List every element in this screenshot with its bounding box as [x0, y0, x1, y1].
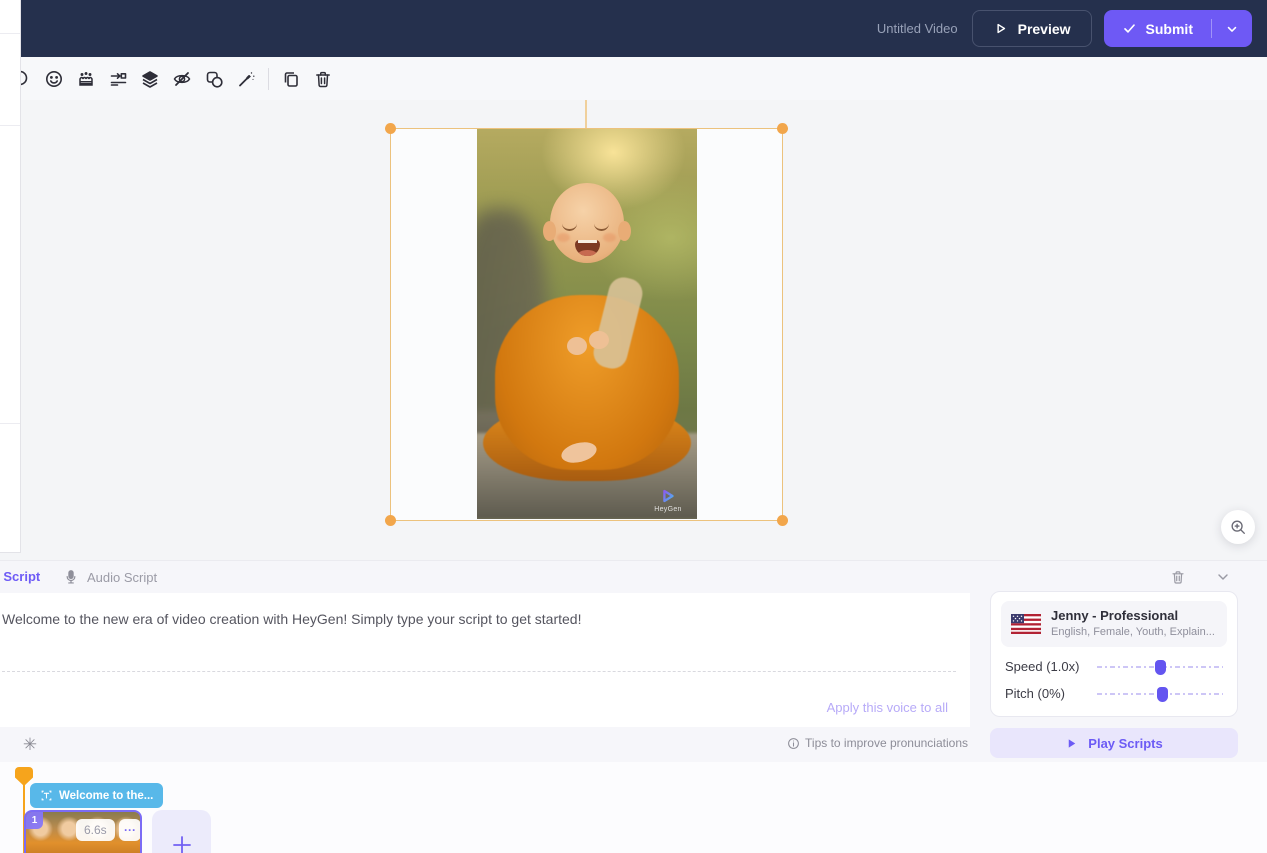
- tips-label: Tips to improve pronunciations: [805, 736, 968, 750]
- delete-script-icon[interactable]: [1170, 569, 1186, 585]
- script-panel: Text Script Audio Script Welcome to the …: [0, 560, 1267, 762]
- delete-icon[interactable]: [307, 63, 339, 95]
- selection-handle-br[interactable]: [777, 515, 788, 526]
- toolbar-separator: [268, 68, 269, 90]
- selection-handle-bl[interactable]: [385, 515, 396, 526]
- art-shape: [589, 331, 609, 349]
- voice-name: Jenny - Professional: [1051, 608, 1215, 625]
- voice-traits: English, Female, Youth, Explain...: [1051, 625, 1215, 639]
- emoji-icon[interactable]: [38, 63, 70, 95]
- shapes-icon[interactable]: [198, 63, 230, 95]
- zoom-in-icon: [1229, 518, 1247, 536]
- submit-label: Submit: [1146, 21, 1193, 37]
- selection-box: HeyGen: [390, 128, 783, 521]
- collapse-panel-icon[interactable]: [1215, 569, 1231, 585]
- pitch-slider[interactable]: [1097, 687, 1223, 701]
- panel-divider: [0, 423, 20, 424]
- magic-wand-icon[interactable]: [230, 63, 262, 95]
- comment-icon-clipped[interactable]: [21, 69, 32, 89]
- preview-button[interactable]: Preview: [972, 10, 1092, 47]
- top-navbar: Untitled Video Preview Submit: [21, 0, 1267, 57]
- element-toolbar: [21, 57, 1267, 100]
- play-icon: [1065, 737, 1078, 750]
- cropped-side-panel: [0, 0, 21, 553]
- submit-main[interactable]: Submit: [1104, 10, 1211, 47]
- art-shape: [543, 221, 556, 241]
- play-scripts-button[interactable]: Play Scripts: [990, 728, 1238, 758]
- art-shape: [575, 240, 600, 256]
- gpt-assistant-icon[interactable]: ✳: [16, 731, 44, 759]
- selection-handle-tl[interactable]: [385, 123, 396, 134]
- us-flag-icon: [1011, 614, 1041, 634]
- pitch-slider-row: Pitch (0%): [991, 686, 1237, 701]
- hide-icon[interactable]: [166, 63, 198, 95]
- text-script-label: Text Script: [0, 561, 40, 593]
- panel-divider: [0, 33, 20, 34]
- panel-divider: [0, 125, 20, 126]
- submit-button[interactable]: Submit: [1104, 10, 1252, 47]
- play-scripts-label: Play Scripts: [1088, 736, 1162, 751]
- video-title[interactable]: Untitled Video: [877, 21, 958, 36]
- heygen-watermark: HeyGen: [646, 487, 690, 513]
- preview-label: Preview: [1018, 21, 1071, 37]
- plus-icon: [170, 833, 194, 853]
- timeline: Welcome to the... 1 6.6s ···: [0, 762, 1267, 853]
- speed-slider[interactable]: [1097, 660, 1223, 674]
- voice-panel: Jenny - Professional English, Female, Yo…: [990, 591, 1238, 717]
- art-shape: [618, 221, 631, 241]
- tab-audio-script[interactable]: Audio Script: [64, 561, 157, 593]
- clip-index-badge: 1: [26, 812, 43, 829]
- pitch-label: Pitch (0%): [1005, 686, 1097, 701]
- playhead[interactable]: [15, 767, 33, 786]
- art-shape: [567, 337, 587, 355]
- caption-label: Welcome to the...: [59, 790, 153, 802]
- text-select-icon: [40, 789, 53, 802]
- submit-dropdown[interactable]: [1212, 10, 1252, 47]
- check-icon: [1122, 21, 1137, 36]
- canvas-zoom-button[interactable]: [1221, 510, 1255, 544]
- watermark-label: HeyGen: [646, 506, 690, 513]
- script-divider: [2, 671, 956, 672]
- script-tabbar: Text Script Audio Script: [0, 561, 1267, 593]
- layers-icon[interactable]: [134, 63, 166, 95]
- art-shape: [603, 233, 616, 242]
- speed-label: Speed (1.0x): [1005, 659, 1097, 674]
- duplicate-icon[interactable]: [275, 63, 307, 95]
- voice-selector[interactable]: Jenny - Professional English, Female, Yo…: [1001, 601, 1227, 647]
- pitch-slider-thumb[interactable]: [1157, 687, 1168, 702]
- pronunciation-tips[interactable]: Tips to improve pronunciations: [787, 736, 968, 750]
- clip-duration: 6.6s: [76, 819, 115, 841]
- caption-chip[interactable]: Welcome to the...: [30, 783, 163, 808]
- speed-slider-thumb[interactable]: [1155, 660, 1166, 675]
- script-text-input[interactable]: Welcome to the new era of video creation…: [0, 593, 970, 629]
- clip-more-button[interactable]: ···: [119, 819, 141, 841]
- heygen-logo-icon: [659, 487, 677, 505]
- add-scene-button[interactable]: [152, 810, 211, 853]
- art-shape: [557, 233, 570, 242]
- speed-slider-row: Speed (1.0x): [991, 659, 1237, 674]
- selection-handle-tr[interactable]: [777, 123, 788, 134]
- audio-script-label: Audio Script: [87, 570, 157, 585]
- chevron-down-icon: [1225, 22, 1239, 36]
- canvas-image[interactable]: HeyGen: [477, 129, 697, 519]
- selection-connector-line: [585, 100, 587, 128]
- script-editor: Welcome to the new era of video creation…: [0, 593, 970, 727]
- tab-text-script[interactable]: Text Script: [0, 561, 40, 593]
- heygen-editor: Untitled Video Preview Submit: [0, 0, 1267, 853]
- scene-icon[interactable]: [70, 63, 102, 95]
- microphone-icon: [64, 569, 78, 585]
- apply-voice-link[interactable]: Apply this voice to all: [827, 700, 948, 715]
- play-outline-icon: [993, 21, 1008, 36]
- animations-icon[interactable]: [102, 63, 134, 95]
- script-panel-footer: ✳ Tips to improve pronunciations Play Sc…: [0, 727, 1267, 763]
- info-icon: [787, 737, 800, 750]
- timeline-clip[interactable]: 1 6.6s ···: [24, 810, 142, 853]
